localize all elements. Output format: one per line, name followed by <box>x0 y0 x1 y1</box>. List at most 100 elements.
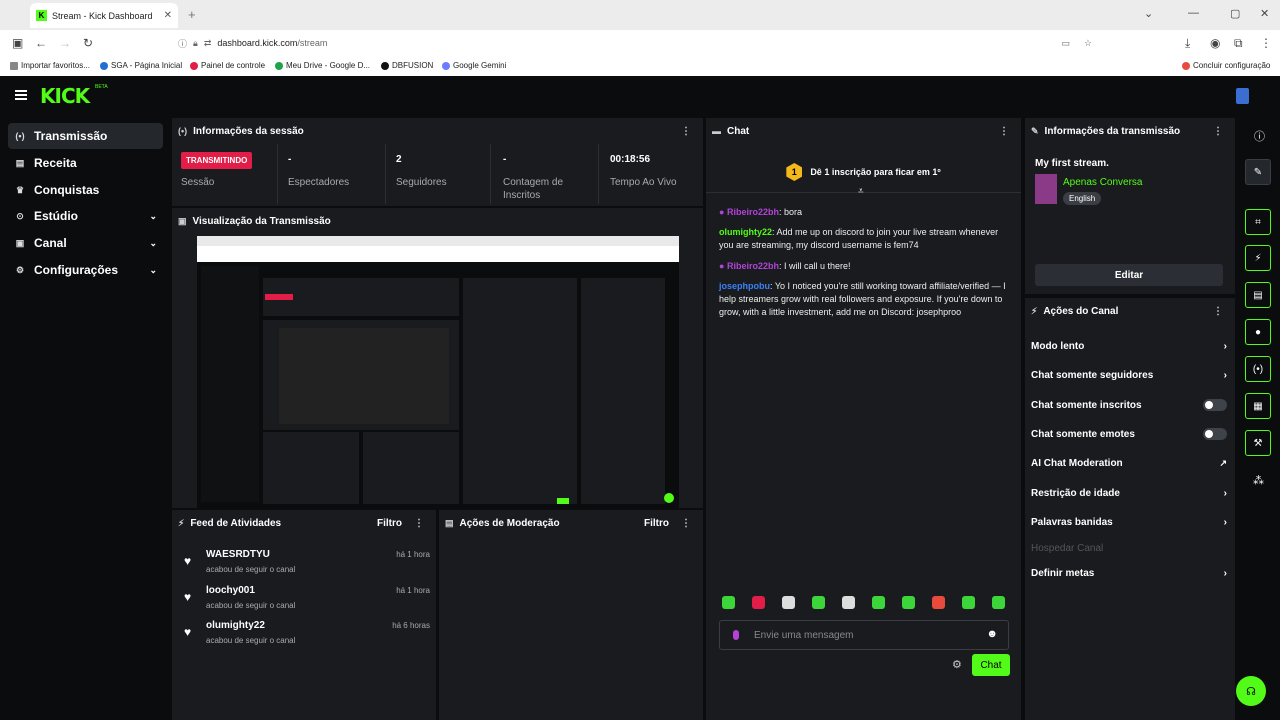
close-tab-icon[interactable]: ✕ <box>164 10 172 21</box>
chat-username[interactable]: josephpobu <box>719 281 770 291</box>
action-ai-moderation[interactable]: AI Chat Moderation ↗ <box>1031 453 1227 473</box>
more-options-icon[interactable]: ⋮ <box>681 518 691 529</box>
document-tool-button[interactable]: ▤ <box>1245 282 1271 308</box>
browser-tab[interactable]: K Stream - Kick Dashboard ✕ <box>30 3 178 28</box>
back-icon[interactable]: ← <box>35 36 47 50</box>
emote-icon[interactable] <box>872 596 885 609</box>
apps-icon[interactable]: ⁂ <box>1253 474 1264 487</box>
sga-icon <box>100 61 108 70</box>
preview-icon: ▣ <box>178 215 187 226</box>
feed-user[interactable]: olumighty22 <box>206 620 265 631</box>
sidebar-item-receita[interactable]: ▤ Receita <box>8 150 163 176</box>
support-button[interactable]: ☊ <box>1236 676 1266 706</box>
layout-tool-button[interactable]: ▦ <box>1245 393 1271 419</box>
sidebar-item-canal[interactable]: ▣ Canal ⌄ <box>8 230 163 256</box>
chat-input[interactable]: Envie uma mensagem ☻ <box>719 620 1009 650</box>
send-chat-button[interactable]: Chat <box>972 654 1010 676</box>
feed-user[interactable]: WAESRDTYU <box>206 549 270 560</box>
action-set-goals[interactable]: Definir metas › <box>1031 563 1227 583</box>
minimize-icon[interactable]: — <box>1188 7 1199 19</box>
bookmark-item[interactable]: Importar favoritos... <box>10 61 90 70</box>
bolt-tool-button[interactable]: ⚡︎ <box>1245 245 1271 271</box>
browser-menu-icon[interactable]: ⋮ <box>1260 36 1272 50</box>
action-banned-words[interactable]: Palavras banidas › <box>1031 512 1227 532</box>
stat-label: Contagem de Inscritos <box>503 177 564 201</box>
chat-username[interactable]: olumighty22 <box>719 227 772 237</box>
filter-button[interactable]: Filtro <box>644 518 669 529</box>
cast-icon[interactable]: ▭ <box>1061 38 1070 49</box>
chat-icon: ▬ <box>712 126 721 136</box>
filter-button[interactable]: Filtro <box>377 518 402 529</box>
dbfusion-icon <box>381 61 389 70</box>
info-icon[interactable]: ⓘ <box>1254 128 1265 144</box>
site-info-icon[interactable]: ⓘ <box>178 37 187 50</box>
sidebar-item-transmissao[interactable]: (•) Transmissão <box>8 123 163 149</box>
scan-icon: ⌗ <box>1255 216 1261 228</box>
pin-icon[interactable]: ⩡ <box>858 186 864 197</box>
chat-username[interactable]: Ribeiro22bh <box>727 261 779 271</box>
subscribers-only-toggle[interactable] <box>1203 399 1227 411</box>
emote-icon[interactable] <box>962 596 975 609</box>
emote-icon[interactable] <box>782 596 795 609</box>
bookmark-star-icon[interactable]: ☆ <box>1084 38 1092 49</box>
address-bar[interactable]: ⓘ 🔒︎ ⇄ dashboard.kick.com /stream ▭ ☆ <box>178 32 1104 54</box>
menu-icon[interactable] <box>15 90 27 100</box>
stream-preview-video[interactable] <box>197 236 679 508</box>
emotes-only-toggle[interactable] <box>1203 428 1227 440</box>
bookmark-item[interactable]: Painel de controle <box>190 61 265 70</box>
maximize-icon[interactable]: ▢ <box>1230 7 1240 20</box>
emote-icon[interactable] <box>842 596 855 609</box>
sidebar-toggle-icon[interactable]: ▣ <box>12 36 23 50</box>
emote-icon[interactable] <box>902 596 915 609</box>
new-tab-icon[interactable]: + <box>188 7 196 22</box>
reload-icon[interactable]: ↻ <box>83 36 93 50</box>
extensions-icon[interactable]: ⧉ <box>1234 36 1243 51</box>
bookmark-item[interactable]: Concluir configuração <box>1182 61 1270 70</box>
bookmark-item[interactable]: SGA - Página Inicial <box>100 61 182 70</box>
tab-search-icon[interactable]: ⌄ <box>1144 7 1153 20</box>
more-options-icon[interactable]: ⋮ <box>999 126 1009 137</box>
chat-tool-button[interactable]: ● <box>1245 319 1271 345</box>
wrench-tool-button[interactable]: ⚒ <box>1245 430 1271 456</box>
lock-icon: 🔒︎ <box>193 37 198 48</box>
more-options-icon[interactable]: ⋮ <box>681 126 691 137</box>
more-options-icon[interactable]: ⋮ <box>414 518 424 529</box>
user-avatar[interactable] <box>1236 88 1249 104</box>
chat-username[interactable]: Ribeiro22bh <box>727 207 779 217</box>
close-window-icon[interactable]: ✕ <box>1260 7 1269 20</box>
sidebar-item-configuracoes[interactable]: ⚙ Configurações ⌄ <box>8 257 163 283</box>
stream-info-panel: ✎ Informações da transmissão ⋮ My first st… <box>1025 118 1235 294</box>
permissions-icon[interactable]: ⇄ <box>204 38 212 49</box>
download-icon[interactable]: ⤓ <box>1185 36 1190 51</box>
feed-user[interactable]: loochy001 <box>206 585 255 596</box>
broadcast-icon: (•) <box>15 131 25 141</box>
headset-icon: ☊ <box>1246 685 1256 698</box>
sidebar-item-estudio[interactable]: ⊙ Estúdio ⌄ <box>8 203 163 229</box>
top-nav: KICK BETA <box>0 76 1280 116</box>
more-options-icon[interactable]: ⋮ <box>1213 126 1223 137</box>
bookmark-item[interactable]: DBFUSION <box>381 61 433 70</box>
emote-icon[interactable] <box>992 596 1005 609</box>
scan-tool-button[interactable]: ⌗ <box>1245 209 1271 235</box>
edit-button[interactable]: Editar <box>1035 264 1223 286</box>
sidebar-item-conquistas[interactable]: ♛ Conquistas <box>8 177 163 203</box>
action-followers-only[interactable]: Chat somente seguidores › <box>1031 365 1227 385</box>
emote-icon[interactable] <box>752 596 765 609</box>
action-age-restriction[interactable]: Restrição de idade › <box>1031 483 1227 503</box>
edit-tool-button[interactable]: ✎ <box>1245 159 1271 185</box>
category-name[interactable]: Apenas Conversa <box>1063 177 1143 188</box>
forward-icon[interactable]: → <box>59 36 71 50</box>
bookmark-item[interactable]: Google Gemini <box>442 61 506 70</box>
emote-icon[interactable] <box>722 596 735 609</box>
chat-settings-icon[interactable]: ⚙ <box>952 658 962 671</box>
broadcast-tool-button[interactable]: (•) <box>1245 356 1271 382</box>
more-options-icon[interactable]: ⋮ <box>1213 306 1223 317</box>
emote-icon[interactable] <box>812 596 825 609</box>
emoji-icon[interactable]: ☻ <box>986 628 998 640</box>
kick-logo[interactable]: KICK <box>40 84 90 108</box>
emote-icon[interactable] <box>932 596 945 609</box>
bookmark-item[interactable]: Meu Drive - Google D... <box>275 61 370 70</box>
action-slow-mode[interactable]: Modo lento › <box>1031 336 1227 356</box>
profile-icon[interactable]: ◉ <box>1210 36 1220 50</box>
microphone-icon[interactable] <box>733 630 739 640</box>
